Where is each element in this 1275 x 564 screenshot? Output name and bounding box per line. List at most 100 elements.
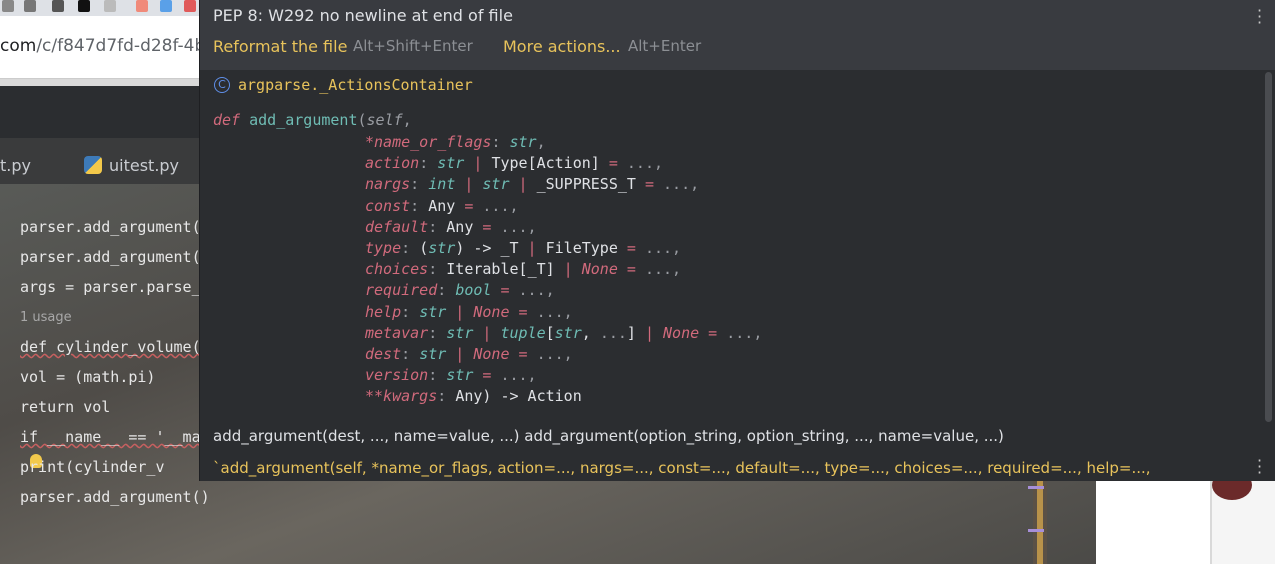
param-default: = ..., [455,196,519,215]
self-param: self [366,111,403,129]
doc-body: `add_argument(self, *name_or_flags, acti… [213,459,1151,477]
tiktok-icon[interactable] [78,0,90,12]
param-name: default [365,217,429,236]
editor-tab-bar: t.py uitest.py [0,138,200,184]
signature-param-line: metavar: str | tuple[str, ...] | None = … [365,323,763,342]
kebab-menu-icon[interactable]: · · · [1257,3,1262,31]
doc-description: add_argument(dest, ..., name=value, ...)… [213,427,1004,445]
code-text: print(cylinder_v [20,458,165,476]
signature-param-line: required: bool = ..., [365,281,555,300]
tab-file[interactable]: t.py [0,156,31,175]
param-default: = ..., [617,260,682,279]
param-type: Any [446,217,474,236]
param-type: Iterable[_T] | None [446,260,618,279]
code-text: def cylinder_volume( [20,338,201,356]
param-type: int | str | _SUPPRESS_T [428,175,636,194]
signature-param-line: const: Any = ..., [365,196,519,215]
inspection-header: PEP 8: W292 no newline at end of file Re… [200,0,1275,70]
code-text: parser.add_argument( [20,218,201,236]
signature-param-line: choices: Iterable[_T] | None = ..., [365,260,682,279]
tab-favicon[interactable] [184,0,196,12]
param-type: str | None [419,302,510,321]
code-line[interactable]: parser.add_argument( [20,248,201,266]
param-type: str | None [419,345,510,363]
tab-favicon[interactable] [2,0,14,12]
code-line[interactable]: print(cylinder_v [20,458,165,476]
param-name: help [365,302,402,321]
param-default: = ..., [473,217,537,236]
tab-favicon[interactable] [52,0,64,12]
param-default: = ..., [473,366,537,385]
signature-param-line: action: str | Type[Action] = ..., [365,154,664,173]
url-path: /c/f847d7fd-d28f-4b0 [36,36,217,56]
param-name: **kwargs [365,387,438,406]
code-text: parser.add_argument( [20,248,201,266]
signature-param-line: **kwargs: Any) -> Action [365,387,582,406]
address-bar[interactable]: com/c/f847d7fd-d28f-4b0 [0,16,216,79]
reformat-shortcut: Alt+Shift+Enter [353,37,473,55]
kebab-menu-icon[interactable]: · · · [1257,453,1262,481]
param-type: str | tuple[str, ...] | None [446,323,700,342]
more-actions-link[interactable]: More actions... [503,37,621,56]
param-default: = ..., [509,345,573,363]
code-line[interactable]: return vol [20,398,110,416]
function-name: add_argument [249,111,358,129]
ide-toolbar [0,86,200,138]
param-default: = ..., [509,302,573,321]
tab-favicon[interactable] [160,0,172,12]
error-stripe-mark[interactable] [1028,486,1044,489]
param-default: = ..., [599,154,664,173]
more-actions-shortcut: Alt+Enter [628,37,702,55]
param-type: str [446,366,474,385]
param-name: const [365,196,411,215]
signature-param-line: nargs: int | str | _SUPPRESS_T = ..., [365,175,700,194]
url-domain: com [0,36,37,56]
tab-favicon[interactable] [104,0,116,12]
code-text: vol = (math.pi) [20,368,156,386]
code-line[interactable]: parser.add_argument() [20,488,210,506]
url-text[interactable]: com/c/f847d7fd-d28f-4b0 [0,36,216,56]
code-text: parser.add_argument() [20,488,210,506]
param-name: metavar [365,323,429,342]
param-type: Any [455,387,483,406]
param-name: choices [365,260,429,279]
tab-favicon[interactable] [136,0,148,12]
param-name: action [365,154,420,173]
signature-param-line: type: (str) -> _T | FileType = ..., [365,239,682,257]
signature-param-line: *name_or_flags: str, [365,133,546,151]
def-keyword: def [213,111,241,129]
class-name[interactable]: argparse._ActionsContainer [238,76,473,94]
param-type: (str) -> _T | FileType [419,239,618,257]
code-line[interactable]: args = parser.parse_ [20,278,201,296]
class-icon: C [214,77,230,93]
param-name: dest [365,345,402,363]
param-name: version [365,366,429,385]
param-default: = ..., [635,175,700,194]
side-panel [1096,481,1210,564]
param-name: required [365,281,438,300]
reformat-file-link[interactable]: Reformat the file [213,37,347,56]
usage-hint[interactable]: 1 usage [20,310,72,325]
code-text: if __name__ == '__ma [20,428,201,446]
code-line[interactable]: vol = (math.pi) [20,368,155,386]
param-name: type [365,239,402,257]
tab-uitest[interactable]: uitest.py [109,156,179,175]
param-name: nargs [365,175,411,194]
error-stripe-mark[interactable] [1028,529,1044,532]
popup-scrollbar[interactable] [1265,72,1272,422]
code-line[interactable]: if __name__ == '__ma [20,428,201,446]
param-name: *name_or_flags [365,133,492,151]
scroll-thumb[interactable] [1037,481,1043,564]
param-default: , [536,133,546,151]
python-file-icon [84,156,102,174]
code-text: return vol [20,398,111,416]
code-line[interactable]: def cylinder_volume( [20,338,201,356]
browser-tab-strip [0,0,200,16]
param-type: str | Type[Action] [437,154,600,173]
tab-favicon[interactable] [24,0,36,12]
signature-first-line: def add_argument(self, [213,111,412,129]
signature-param-line: version: str = ..., [365,366,537,385]
param-type: Any [428,196,456,215]
param-default: = ..., [699,323,763,342]
code-line[interactable]: parser.add_argument( [20,218,201,236]
